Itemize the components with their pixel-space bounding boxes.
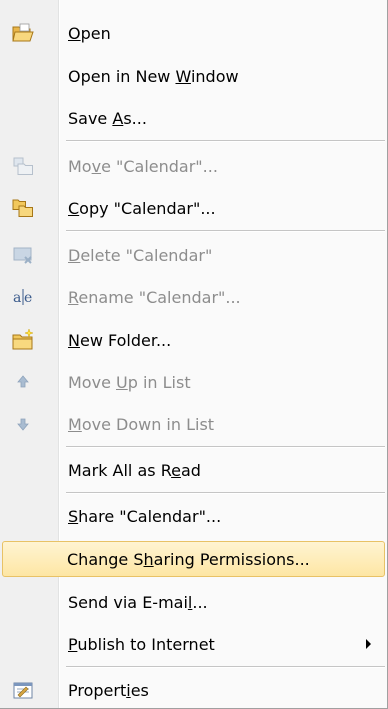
new-folder-icon — [12, 328, 34, 351]
folder-open-icon — [12, 22, 34, 44]
menu-item-label: Properties — [68, 680, 149, 700]
menu-item-move[interactable]: Move "Calendar"... — [2, 149, 385, 183]
menu-separator — [66, 230, 385, 232]
svg-text:e: e — [24, 290, 32, 306]
menu-item-open-new-window[interactable]: Open in New Window — [2, 59, 385, 93]
menu-item-rename[interactable]: a e Rename "Calendar"... — [2, 280, 385, 314]
menu-item-delete[interactable]: Delete "Calendar" — [2, 238, 385, 272]
menu-item-properties[interactable]: Properties — [2, 673, 385, 707]
menu-item-mark-all-read[interactable]: Mark All as Read — [2, 453, 385, 487]
svg-text:a: a — [13, 290, 21, 306]
menu-item-label: New Folder... — [68, 330, 172, 350]
submenu-arrow-icon — [366, 639, 371, 649]
menu-item-save-as[interactable]: Save As... — [2, 101, 385, 135]
menu-item-open[interactable]: Open — [2, 16, 385, 50]
properties-icon — [12, 679, 34, 701]
menu-item-label: Open in New Window — [68, 66, 239, 86]
menu-item-label: Send via E-mail... — [68, 592, 208, 612]
menu-item-publish-to-internet[interactable]: Publish to Internet — [2, 627, 385, 661]
menu-separator — [66, 666, 385, 668]
menu-item-label: Move "Calendar"... — [68, 156, 218, 176]
menu-item-label: Mark All as Read — [68, 460, 201, 480]
rename-icon: a e — [12, 286, 34, 308]
menu-item-label: Move Down in List — [68, 414, 215, 434]
delete-folder-icon — [12, 244, 34, 266]
move-icon — [12, 155, 34, 177]
menu-item-label: Publish to Internet — [68, 634, 215, 654]
menu-item-copy[interactable]: Copy "Calendar"... — [2, 191, 385, 225]
arrow-up-icon — [12, 371, 34, 393]
menu-separator — [66, 446, 385, 448]
menu-item-move-down[interactable]: Move Down in List — [2, 407, 385, 441]
menu-item-label: Open — [68, 23, 111, 43]
menu-item-label: Save As... — [68, 108, 147, 128]
menu-item-new-folder[interactable]: New Folder... — [2, 323, 385, 357]
menu-item-send-via-email[interactable]: Send via E-mail... — [2, 585, 385, 619]
menu-separator — [66, 492, 385, 494]
menu-item-label: Move Up in List — [68, 372, 191, 392]
arrow-down-icon — [12, 413, 34, 435]
menu-item-label: Share "Calendar"... — [68, 506, 222, 526]
menu-item-share[interactable]: Share "Calendar"... — [2, 499, 385, 533]
menu-item-label: Copy "Calendar"... — [68, 198, 216, 218]
menu-item-label: Rename "Calendar"... — [68, 287, 241, 307]
menu-item-change-sharing-permissions[interactable]: Change Sharing Permissions... — [2, 541, 385, 577]
menu-item-label: Change Sharing Permissions... — [67, 549, 310, 569]
context-menu: Open Open in New Window Save As... Move … — [0, 0, 388, 709]
menu-item-label: Delete "Calendar" — [68, 245, 213, 265]
menu-item-move-up[interactable]: Move Up in List — [2, 365, 385, 399]
copy-folder-icon — [12, 197, 34, 219]
menu-separator — [66, 140, 385, 142]
